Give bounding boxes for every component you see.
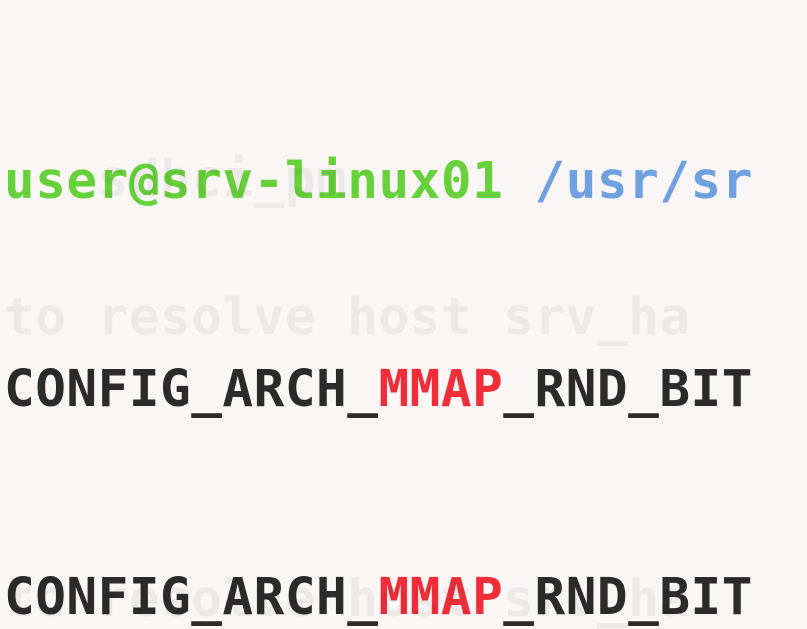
line-post: _RND_BIT — [503, 568, 753, 627]
prompt-line: user@srv-linux01 /usr/sr — [4, 147, 807, 216]
terminal-output: user@srv-linux01 /usr/sr CONFIG_ARCH_MMA… — [0, 0, 807, 629]
line-post: _RND_BIT — [503, 360, 753, 419]
prompt-path: /usr/sr — [535, 152, 753, 211]
line-pre: CONFIG_ARCH_ — [4, 360, 378, 419]
line-pre: CONFIG_ARCH_ — [4, 568, 378, 627]
output-line: CONFIG_ARCH_MMAP_RND_BIT — [4, 355, 807, 424]
output-line: CONFIG_ARCH_MMAP_RND_BIT — [4, 563, 807, 629]
grep-highlight: MMAP — [378, 360, 503, 419]
grep-highlight: MMAP — [378, 568, 503, 627]
prompt-user: user@srv-linux01 — [4, 152, 503, 211]
prompt-sep — [503, 152, 534, 211]
